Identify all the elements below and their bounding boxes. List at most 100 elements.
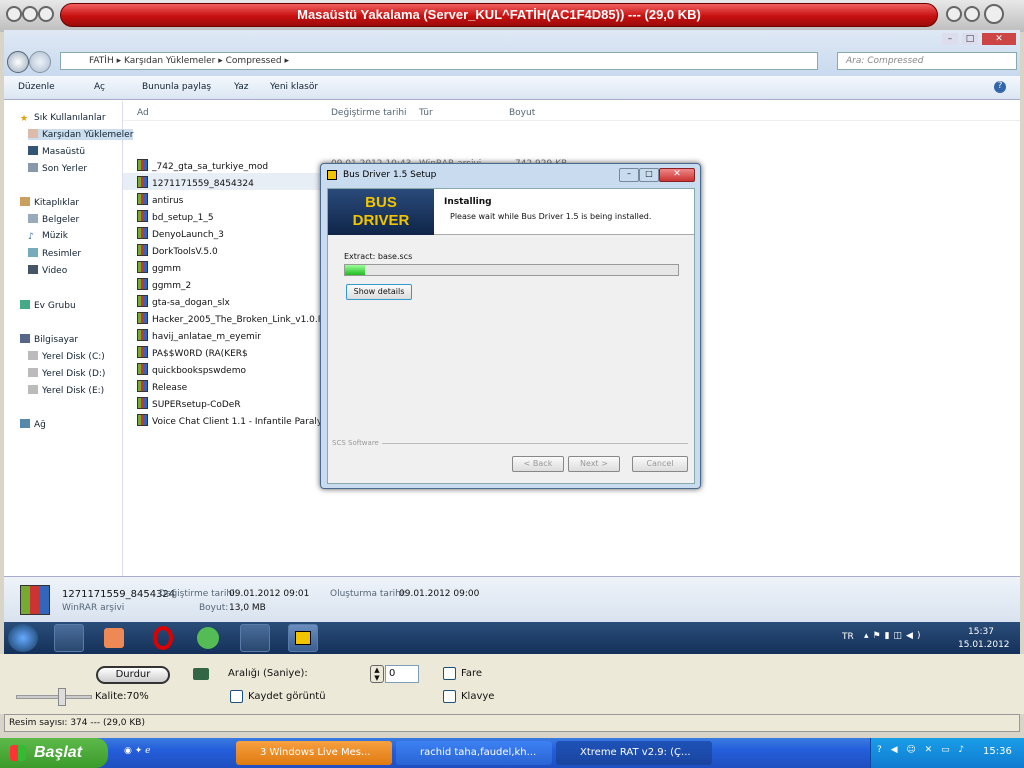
minimize-icon[interactable]: – [942, 33, 958, 45]
task-messenger[interactable]: 3 Windows Live Mes... [236, 741, 392, 765]
back-button[interactable]: < Back [512, 456, 564, 472]
drive-icon [28, 351, 38, 360]
open-menu[interactable]: Aç [94, 82, 105, 92]
progress-fill [345, 265, 365, 275]
file-name: DenyoLaunch_3 [152, 230, 224, 240]
sidebar-item-desktop[interactable]: Masaüstü [28, 146, 85, 157]
computer-header[interactable]: Bilgisayar [20, 334, 78, 345]
interval-input[interactable]: 0 [385, 665, 419, 683]
winrar-taskbar-icon[interactable] [240, 624, 270, 652]
bus-driver-taskbar-icon[interactable] [288, 624, 318, 652]
sidebar-item-drive-d[interactable]: Yerel Disk (D:) [28, 368, 105, 379]
detail-size-label: Boyut: [199, 603, 229, 613]
rat-control-panel: Durdur Aralığı (Saniye): ▲ ▼ 0 Fare Kalit… [0, 654, 1024, 714]
address-input[interactable]: FATİH ▸ Karşıdan Yüklemeler ▸ Compressed… [60, 52, 818, 70]
detail-type: WinRAR arşivi [62, 603, 125, 613]
sidebar-item-music[interactable]: ♪ Müzik [28, 231, 68, 242]
new-folder-button[interactable]: Yeni klasör [270, 82, 318, 92]
dialog-maximize-button[interactable]: □ [639, 168, 659, 182]
back-button[interactable] [7, 51, 29, 73]
burn-button[interactable]: Yaz [234, 82, 249, 92]
winrar-icon [137, 278, 148, 290]
column-size[interactable]: Boyut [509, 108, 535, 118]
breadcrumb-item[interactable]: Karşıdan Yüklemeler [124, 56, 215, 66]
winrar-icon [137, 346, 148, 358]
sidebar-item-recent[interactable]: Son Yerler [28, 163, 87, 174]
navigation-pane: ★ Sık Kullanılanlar Karşıdan Yüklemeler M… [4, 101, 134, 577]
address-bar-area: – □ ✕ FATİH ▸ Karşıdan Yüklemeler ▸ Comp… [4, 30, 1020, 76]
keyboard-checkbox[interactable] [443, 690, 456, 703]
quality-slider-track[interactable] [16, 695, 92, 699]
breadcrumb-item[interactable]: FATİH [89, 56, 114, 66]
remote-taskbar: TR ▴⚑▮◫◀) 15:37 15.01.2012 [4, 622, 1020, 654]
sidebar-item-downloads[interactable]: Karşıdan Yüklemeler [28, 129, 134, 140]
file-name: gta-sa_dogan_slx [152, 298, 230, 308]
windows-orb-icon[interactable] [8, 624, 38, 652]
maximize-icon[interactable]: □ [962, 33, 978, 45]
minimize-button[interactable] [946, 6, 962, 22]
detail-created: 09.01.2012 09:00 [399, 589, 480, 599]
task-xtreme-rat[interactable]: Xtreme RAT v2.9: (Ç... [556, 741, 712, 765]
save-image-checkbox[interactable] [230, 690, 243, 703]
interval-spinner[interactable]: ▲ ▼ [370, 665, 384, 683]
explorer-icon[interactable] [54, 624, 84, 652]
quality-slider-thumb[interactable] [58, 688, 66, 706]
tray-icons[interactable]: ? ◀ ☺ ✕ ▭ ♪ [877, 745, 967, 755]
tray-icons[interactable]: ▴⚑▮◫◀) [864, 631, 924, 641]
show-details-button[interactable]: Show details [346, 284, 412, 300]
system-tray: ? ◀ ☺ ✕ ▭ ♪ 15:36 [870, 738, 1024, 768]
favorites-header[interactable]: ★ Sık Kullanılanlar [20, 113, 106, 124]
cancel-button[interactable]: Cancel [632, 456, 688, 472]
libraries-header[interactable]: Kitaplıklar [20, 197, 79, 208]
taskbar: Başlat ◉ ✦ ℯ 3 Windows Live Mes... rachi… [0, 738, 1024, 768]
close-icon[interactable]: ✕ [982, 33, 1016, 45]
folder-icon [28, 129, 38, 138]
help-icon[interactable]: ? [994, 81, 1006, 93]
winrar-icon [137, 227, 148, 239]
column-name[interactable]: Ad [137, 108, 149, 118]
dialog-minimize-button[interactable]: – [619, 168, 639, 182]
remote-clock-time: 15:37 [968, 627, 994, 637]
language-indicator[interactable]: TR [842, 632, 854, 642]
mouse-checkbox[interactable] [443, 667, 456, 680]
winrar-icon [137, 312, 148, 324]
sidebar-item-video[interactable]: Video [28, 265, 67, 276]
detail-modified: 09.01.2012 09:01 [229, 589, 310, 599]
circle-icon [6, 6, 22, 22]
file-name: Voice Chat Client 1.1 - Infantile Paraly… [152, 417, 344, 427]
share-menu[interactable]: Bununla paylaş [142, 82, 211, 92]
quicklaunch-icons[interactable]: ◉ ✦ ℯ [124, 746, 150, 756]
sidebar-item-network[interactable]: Ağ [20, 419, 46, 430]
breadcrumb-item[interactable]: Compressed [226, 56, 282, 66]
interval-label: Aralığı (Saniye): [228, 668, 308, 679]
media-player-icon[interactable] [100, 624, 130, 652]
camera-icon[interactable] [193, 668, 209, 680]
messenger-icon[interactable] [194, 624, 224, 652]
dialog-close-button[interactable]: ✕ [659, 168, 695, 182]
maximize-button[interactable] [964, 6, 980, 22]
sidebar-item-homegroup[interactable]: Ev Grubu [20, 300, 76, 311]
recent-icon [28, 163, 38, 172]
sidebar-item-drive-c[interactable]: Yerel Disk (C:) [28, 351, 105, 362]
install-subheading: Please wait while Bus Driver 1.5 is bein… [450, 212, 652, 221]
winrar-icon [137, 176, 148, 188]
organize-menu[interactable]: Düzenle [18, 82, 55, 92]
column-type[interactable]: Tür [419, 108, 433, 118]
rat-titlebar: Masaüstü Yakalama (Server_KUL^FATİH(AC1F… [0, 0, 1024, 32]
search-input[interactable]: Ara: Compressed [837, 52, 1017, 70]
winrar-icon [137, 159, 148, 171]
forward-button[interactable] [29, 51, 51, 73]
sidebar-item-pictures[interactable]: Resimler [28, 248, 81, 259]
winrar-icon [137, 414, 148, 426]
task-browser[interactable]: rachid taha,faudel,kh... [396, 741, 552, 765]
dialog-title: Bus Driver 1.5 Setup [343, 170, 437, 180]
sidebar-item-drive-e[interactable]: Yerel Disk (E:) [28, 385, 104, 396]
column-date[interactable]: Değiştirme tarihi [331, 108, 407, 118]
close-button[interactable] [984, 4, 1004, 24]
document-icon [28, 214, 38, 223]
stop-button[interactable]: Durdur [96, 666, 170, 684]
picture-icon [28, 248, 38, 257]
sidebar-item-documents[interactable]: Belgeler [28, 214, 79, 225]
opera-icon[interactable] [148, 624, 178, 652]
next-button[interactable]: Next > [568, 456, 620, 472]
